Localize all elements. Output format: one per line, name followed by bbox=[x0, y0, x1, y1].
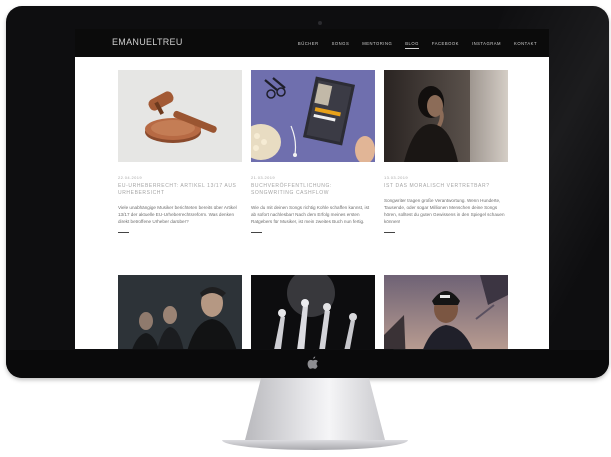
apple-logo-icon bbox=[307, 356, 318, 369]
post-excerpt: Wie du mit deinen Songs richtig Kohle sc… bbox=[251, 205, 370, 224]
blog-post-card[interactable]: 13.03.2019 IST DAS MORALISCH VERTRETBAR?… bbox=[384, 70, 508, 233]
nav-blog[interactable]: BLOG bbox=[405, 41, 419, 49]
post-excerpt: Songwriter tragen große Verantwortung. W… bbox=[384, 198, 505, 224]
post-date: 21.03.2019 bbox=[251, 175, 276, 180]
camera-dot bbox=[318, 21, 322, 25]
nav-facebook[interactable]: FACEBOOK bbox=[432, 41, 459, 46]
post-title[interactable]: EU-URHEBERRECHT: ARTIKEL 13/17 AUS URHEB… bbox=[118, 183, 242, 197]
blog-post-card[interactable]: 21.03.2019 BUCHVERÖFFENTLICHUNG: SONGWRI… bbox=[251, 70, 375, 233]
nav-kontakt[interactable]: KONTAKT bbox=[514, 41, 537, 46]
blog-post-card[interactable] bbox=[251, 275, 375, 349]
monitor-stand-base bbox=[222, 440, 408, 450]
band-photo-image[interactable] bbox=[118, 275, 242, 349]
main-nav: BÜCHER SONGS MENTORING BLOG FACEBOOK INS… bbox=[285, 29, 537, 57]
post-date: 22.04.2019 bbox=[118, 175, 143, 180]
post-divider bbox=[384, 232, 395, 233]
concert-crowd-image[interactable] bbox=[251, 275, 375, 349]
blog-post-card[interactable] bbox=[118, 275, 242, 349]
blog-post-card[interactable] bbox=[384, 275, 508, 349]
nav-buecher[interactable]: BÜCHER bbox=[298, 41, 319, 46]
singer-beanie-image[interactable] bbox=[384, 275, 508, 349]
website-screen: EMANUELTREU BÜCHER SONGS MENTORING BLOG … bbox=[75, 29, 549, 349]
book-image[interactable] bbox=[251, 70, 375, 162]
nav-instagram[interactable]: INSTAGRAM bbox=[472, 41, 501, 46]
site-logo[interactable]: EMANUELTREU bbox=[112, 37, 183, 47]
monitor-stand bbox=[244, 378, 386, 444]
nav-mentoring[interactable]: MENTORING bbox=[362, 41, 392, 46]
blog-post-card[interactable]: 22.04.2019 EU-URHEBERRECHT: ARTIKEL 13/1… bbox=[118, 70, 242, 233]
post-excerpt: Viele unabhängige Musiker berichteten be… bbox=[118, 205, 237, 224]
post-title[interactable]: IST DAS MORALISCH VERTRETBAR? bbox=[384, 183, 508, 190]
gavel-image[interactable] bbox=[118, 70, 242, 162]
thinking-woman-image[interactable] bbox=[384, 70, 508, 162]
post-title[interactable]: BUCHVERÖFFENTLICHUNG: SONGWRITING CASHFL… bbox=[251, 183, 375, 197]
post-divider bbox=[251, 232, 262, 233]
post-divider bbox=[118, 232, 129, 233]
nav-songs[interactable]: SONGS bbox=[332, 41, 350, 46]
post-date: 13.03.2019 bbox=[384, 175, 409, 180]
site-header: EMANUELTREU BÜCHER SONGS MENTORING BLOG … bbox=[75, 29, 549, 57]
